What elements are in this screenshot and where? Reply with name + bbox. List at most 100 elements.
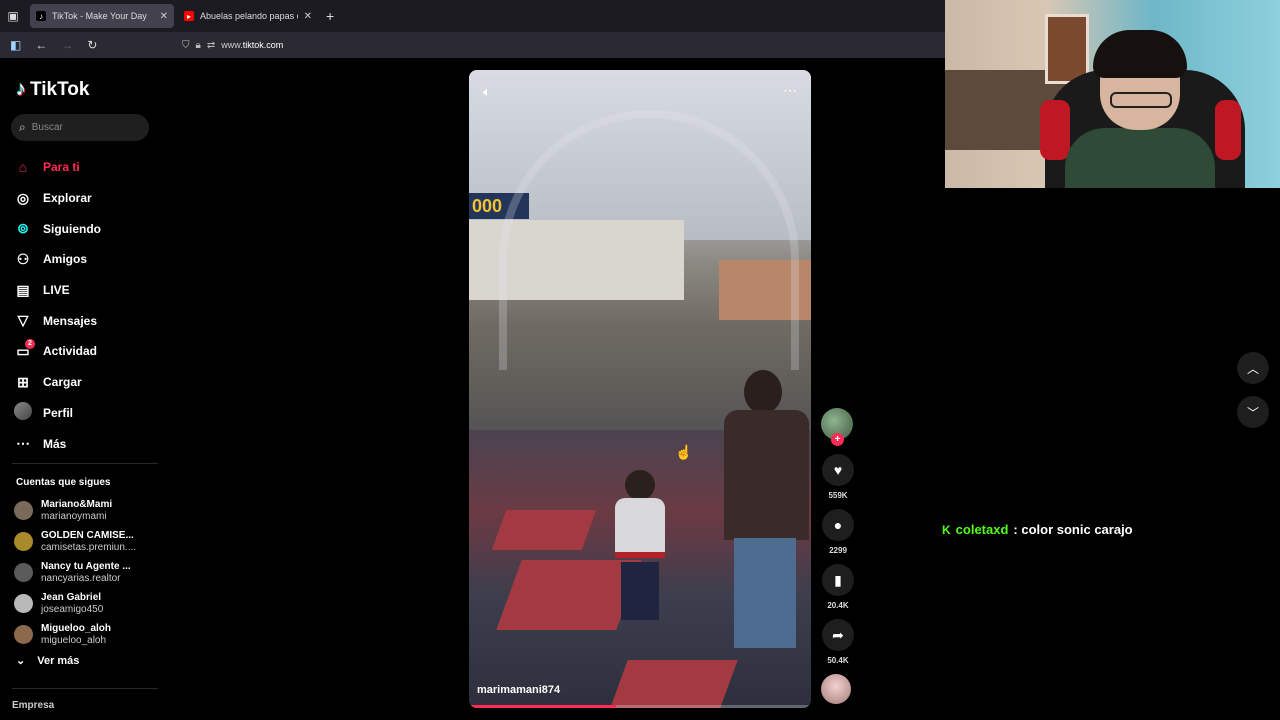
search-box[interactable]: ⌕ — [11, 114, 149, 141]
close-tab-icon[interactable]: ✕ — [304, 11, 312, 22]
footer-link-empresa[interactable]: Empresa — [12, 700, 54, 711]
avatar — [14, 625, 33, 644]
live-icon: ▤ — [16, 281, 30, 298]
sidebar-item-label: LIVE — [43, 283, 70, 298]
account-handle: nancyarias.realtor — [41, 572, 121, 584]
creator-avatar[interactable]: + — [821, 408, 853, 446]
avatar — [14, 563, 33, 582]
more-icon: ⋯ — [16, 435, 30, 452]
sidebar-item-cargar[interactable]: ⊞ Cargar — [14, 367, 101, 398]
browser-nav-bar: ◧ ← → ↻ ⛉ 🔒︎ ⇄ www.tiktok.com — [0, 32, 945, 58]
search-icon: ⌕ — [19, 120, 26, 134]
sidebar-item-label: Explorar — [43, 191, 92, 206]
see-more-label: Ver más — [37, 654, 80, 667]
account-name: Nancy tu Agente ... — [41, 560, 131, 572]
following-account[interactable]: Nancy tu Agente ... nancyarias.realtor — [14, 557, 136, 588]
chevron-down-icon: ⌄ — [16, 655, 26, 667]
avatar — [14, 532, 33, 551]
permissions-icon[interactable]: ⇄ — [207, 40, 215, 51]
webcam-overlay — [945, 0, 1280, 188]
sidebar-item-perfil[interactable]: Perfil — [14, 398, 101, 429]
following-list: Mariano&Mami marianoymami GOLDEN CAMISE..… — [14, 495, 136, 650]
shield-icon[interactable]: ⛉ — [182, 40, 190, 51]
sidebar-item-label: Siguiendo — [43, 221, 101, 236]
back-button[interactable]: ← — [35, 38, 47, 52]
new-tab-button[interactable]: + — [326, 8, 334, 24]
divider — [12, 463, 158, 464]
following-account[interactable]: Migueloo_aloh migueloo_aloh — [14, 619, 136, 650]
video-progress-bar[interactable] — [469, 705, 811, 708]
mouse-cursor-icon: ☝ — [675, 444, 693, 460]
main-menu: ⌂ Para ti ◎ Explorar ⊚ Siguiendo ⚇ Amigo… — [14, 152, 101, 459]
comment-icon[interactable]: ● — [822, 509, 854, 541]
sidebar-item-explorar[interactable]: ◎ Explorar — [14, 183, 101, 214]
sidebar-item-siguiendo[interactable]: ⊚ Siguiendo — [14, 213, 101, 244]
account-name: Jean Gabriel — [41, 591, 102, 603]
tiktok-logo[interactable]: ♪ TikTok — [16, 78, 89, 101]
following-title: Cuentas que sigues — [16, 477, 111, 488]
sidebar-item-label: Cargar — [43, 375, 82, 390]
following-account[interactable]: Mariano&Mami marianoymami — [14, 495, 136, 526]
account-handle: camisetas.premiun.... — [41, 541, 137, 553]
following-account[interactable]: Jean Gabriel joseamigo450 — [14, 588, 136, 619]
divider — [12, 688, 158, 689]
sidebar-item-para-ti[interactable]: ⌂ Para ti — [14, 152, 101, 183]
upload-icon: ⊞ — [17, 373, 29, 390]
search-input[interactable] — [31, 122, 132, 133]
sidebar-item-amigos[interactable]: ⚇ Amigos — [14, 244, 101, 275]
sidebar-item-live[interactable]: ▤ LIVE — [14, 275, 101, 306]
webcam-scene-person — [1093, 30, 1187, 78]
account-name: Mariano&Mami — [41, 498, 113, 510]
account-name: GOLDEN CAMISE... — [41, 529, 134, 541]
forward-button[interactable]: → — [61, 38, 73, 52]
sidebar-item-mas[interactable]: ⋯ Más — [14, 428, 101, 459]
sidebar-item-label: Más — [43, 436, 67, 451]
tab-title: TikTok - Make Your Day — [52, 11, 147, 21]
following-account[interactable]: GOLDEN CAMISE... camisetas.premiun.... — [14, 526, 136, 557]
tab-tiktok[interactable]: ♪ TikTok - Make Your Day ✕ — [30, 4, 174, 28]
compass-icon: ◎ — [16, 189, 30, 206]
tab-youtube[interactable]: ▸ Abuelas pelando papas con mú ✕ — [178, 4, 318, 28]
like-button[interactable]: ♥ 559K — [821, 454, 855, 500]
tiktok-favicon-icon: ♪ — [36, 11, 46, 21]
reload-button[interactable]: ↻ — [87, 38, 97, 52]
video-scene-tile — [491, 510, 597, 550]
share-button[interactable]: ➦ 50.4K — [821, 619, 855, 665]
sidebar-item-label: Mensajes — [43, 313, 98, 328]
address-bar[interactable]: ⛉ 🔒︎ ⇄ www.tiktok.com — [182, 40, 283, 51]
previous-video-button[interactable]: ︿ — [1237, 352, 1269, 384]
video-player[interactable]: 000 🔈︎ ⋯ marimamani874 — [469, 70, 811, 708]
video-username[interactable]: marimamani874 — [477, 684, 560, 696]
heart-icon[interactable]: ♥ — [822, 454, 854, 486]
comment-count: 2299 — [829, 546, 847, 555]
bookmark-icon[interactable]: ▮ — [822, 564, 854, 596]
sidebar-item-actividad[interactable]: ▭ 2 Actividad — [14, 336, 101, 367]
url-text[interactable]: www.tiktok.com — [221, 40, 283, 50]
sidebar-item-label: Para ti — [43, 160, 80, 175]
next-video-button[interactable]: ﹀ — [1237, 396, 1269, 428]
avatar — [14, 501, 33, 520]
mute-icon[interactable]: 🔈︎ — [483, 84, 491, 100]
webcam-scene-person — [1110, 92, 1172, 108]
close-tab-icon[interactable]: ✕ — [160, 11, 168, 22]
video-actions: + ♥ 559K ● 2299 ▮ 20.4K ➦ 50.4K — [821, 408, 855, 704]
account-handle: marianoymami — [41, 510, 107, 522]
save-button[interactable]: ▮ 20.4K — [821, 564, 855, 610]
comment-button[interactable]: ● 2299 — [821, 509, 855, 555]
like-count: 559K — [828, 491, 848, 500]
lock-icon[interactable]: 🔒︎ — [196, 40, 201, 51]
see-more-button[interactable]: ⌄ Ver más — [16, 654, 80, 668]
sidebar-toggle-icon[interactable]: ◧ — [10, 38, 21, 52]
more-options-icon[interactable]: ⋯ — [783, 82, 797, 99]
sidebar-item-label: Amigos — [43, 252, 88, 267]
sidebar-item-label: Perfil — [43, 405, 74, 420]
chat-text: : color sonic carajo — [1013, 522, 1133, 537]
sidebar-item-mensajes[interactable]: ▽ Mensajes — [14, 305, 101, 336]
account-name: Migueloo_aloh — [41, 622, 111, 634]
avatar — [14, 594, 33, 613]
follow-plus-icon[interactable]: + — [831, 433, 844, 446]
tab-list-icon[interactable]: ▣ — [0, 0, 26, 32]
music-disc-avatar[interactable] — [821, 674, 851, 704]
share-icon[interactable]: ➦ — [822, 619, 854, 651]
webcam-scene-chair — [1215, 100, 1241, 160]
